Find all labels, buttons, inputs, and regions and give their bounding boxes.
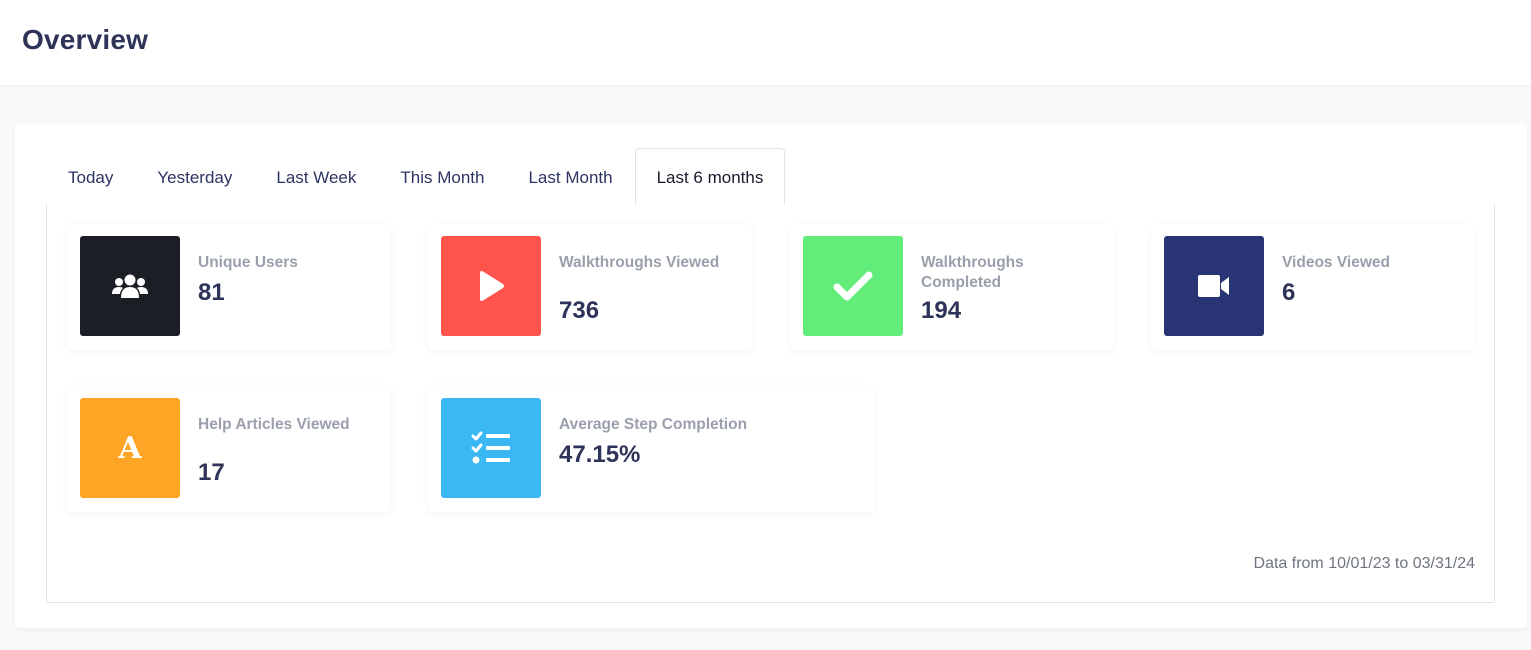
stat-icon-box <box>80 236 180 336</box>
stat-icon-box <box>441 398 541 498</box>
stat-label: Average Step Completion <box>559 416 748 433</box>
stat-card-unique-users: Unique Users 81 <box>67 224 391 350</box>
checklist-icon <box>471 431 510 464</box>
stat-card-videos-viewed: Videos Viewed 6 <box>1151 224 1475 350</box>
play-icon <box>480 271 504 301</box>
stat-value: 81 <box>198 279 225 306</box>
tab-today[interactable]: Today <box>46 148 135 205</box>
stat-icon-box <box>803 236 903 336</box>
stat-card-walkthroughs-completed: Walkthroughs Completed 194 <box>790 224 1114 350</box>
tab-last-month[interactable]: Last Month <box>506 148 634 205</box>
stat-card-walkthroughs-viewed: Walkthroughs Viewed 736 <box>428 224 752 350</box>
tab-this-month[interactable]: This Month <box>378 148 506 205</box>
stat-card-average-step-completion: Average Step Completion 47.15% <box>428 386 874 512</box>
stat-icon-box <box>1164 236 1264 336</box>
tab-last-6-months[interactable]: Last 6 months <box>634 148 786 205</box>
stat-label: Walkthroughs Completed <box>921 254 1024 291</box>
users-icon <box>112 274 148 298</box>
tab-content: Unique Users 81 Walkthroughs Viewed 736 … <box>46 204 1495 603</box>
letter-a-icon: A <box>118 430 142 466</box>
date-range-note: Data from 10/01/23 to 03/31/24 <box>1253 555 1475 572</box>
stat-value: 6 <box>1282 279 1296 306</box>
stat-value: 736 <box>559 297 600 324</box>
stat-value: 194 <box>921 297 962 324</box>
stat-label: Unique Users <box>198 254 298 271</box>
stat-label: Help Articles Viewed <box>198 416 350 433</box>
stat-icon-box: A <box>80 398 180 498</box>
stat-label: Walkthroughs Viewed <box>559 254 720 271</box>
tab-yesterday[interactable]: Yesterday <box>135 148 254 205</box>
date-range-tabs: Today Yesterday Last Week This Month Las… <box>46 148 1495 205</box>
stat-card-help-articles-viewed: A Help Articles Viewed 17 <box>67 386 391 512</box>
tab-last-week[interactable]: Last Week <box>254 148 378 205</box>
top-bar: Overview <box>0 0 1531 85</box>
video-camera-icon <box>1198 275 1229 297</box>
check-icon <box>833 271 873 301</box>
stat-value: 47.15% <box>559 441 641 468</box>
page-title: Overview <box>22 24 149 55</box>
stat-label: Videos Viewed <box>1282 254 1390 271</box>
stat-value: 17 <box>198 459 225 486</box>
stat-icon-box <box>441 236 541 336</box>
